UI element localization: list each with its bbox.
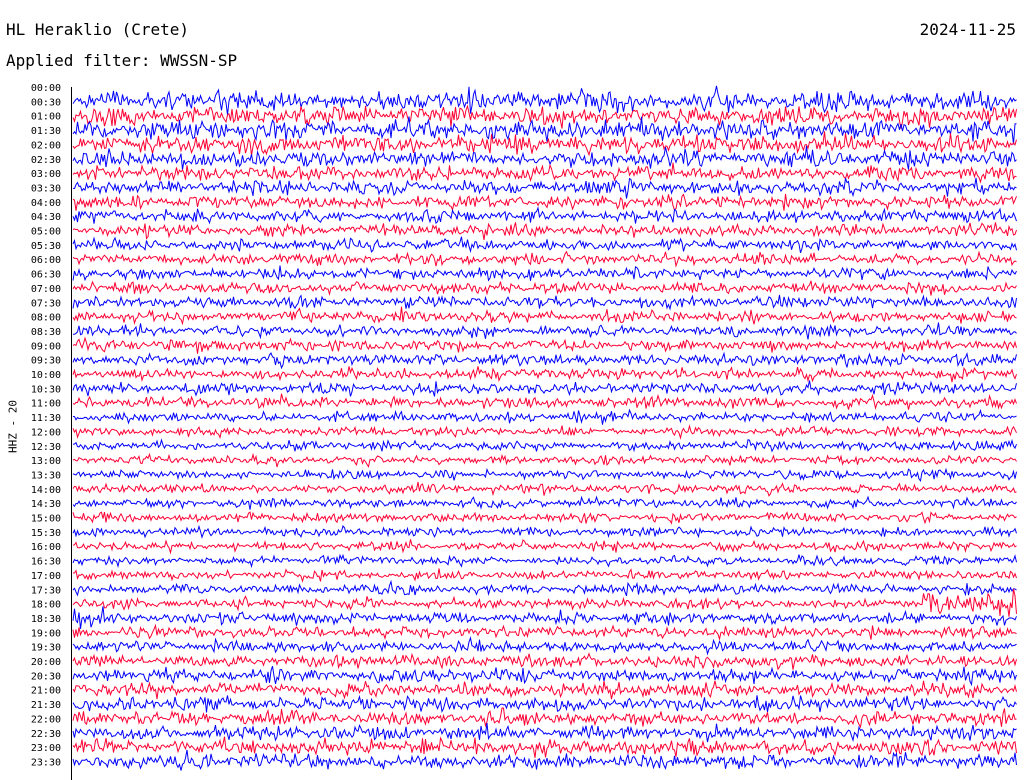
time-tick-label: 02:30 [31,155,61,166]
trace-row [72,481,1017,497]
trace-row [72,366,1017,383]
time-tick-label: 06:00 [31,255,61,266]
trace-row [72,177,1017,199]
trace-row [72,438,1017,453]
time-tick-label: 05:00 [31,227,61,238]
trace-row [72,145,1017,170]
time-tick-label: 14:00 [31,485,61,496]
time-tick-label: 08:30 [31,327,61,338]
trace-row [72,351,1017,370]
trace-row [72,680,1017,700]
trace-row [72,495,1017,510]
time-tick-label: 07:30 [31,298,61,309]
time-tick-label: 20:00 [31,657,61,668]
trace-row [72,322,1017,340]
time-tick-label: 07:00 [31,284,61,295]
trace-row [72,424,1017,440]
time-tick-label: 05:30 [31,241,61,252]
time-tick-label: 14:30 [31,499,61,510]
time-tick-label: 18:30 [31,614,61,625]
time-tick-label: 00:00 [31,83,61,94]
time-tick-label: 04:30 [31,212,61,223]
time-tick-label: 06:30 [31,270,61,281]
trace-row [72,380,1017,397]
trace-row [72,588,1017,617]
time-tick-label: 04:00 [31,198,61,209]
time-tick-label: 16:30 [31,557,61,568]
trace-row [72,511,1017,525]
trace-row [72,336,1017,354]
time-tick-label: 15:30 [31,528,61,539]
trace-row [72,193,1017,212]
time-tick-label: 11:30 [31,413,61,424]
time-tick-label: 20:30 [31,671,61,682]
time-tick-label: 21:00 [31,686,61,697]
time-tick-label: 01:00 [31,112,61,123]
time-tick-label: 11:00 [31,399,61,410]
time-tick-label: 03:30 [31,183,61,194]
time-tick-label: 01:30 [31,126,61,137]
time-tick-label: 22:30 [31,729,61,740]
trace-row [72,694,1017,713]
trace-row [72,666,1017,687]
seismic-traces [72,85,1017,771]
trace-row [72,467,1017,482]
time-tick-label: 17:30 [31,585,61,596]
time-tick-label: 23:00 [31,743,61,754]
trace-row [72,162,1017,184]
trace-row [72,623,1017,641]
trace-row [72,553,1017,569]
time-tick-label: 00:30 [31,97,61,108]
time-tick-label: 12:00 [31,427,61,438]
trace-row [72,250,1017,268]
time-tick-label: 16:00 [31,542,61,553]
time-tick-label: 22:00 [31,714,61,725]
time-tick-label: 23:30 [31,757,61,768]
trace-row [72,722,1017,743]
trace-row [72,452,1017,468]
trace-row [72,265,1017,282]
time-tick-label: 10:30 [31,384,61,395]
time-tick-label: 13:30 [31,470,61,481]
time-tick-label: 02:00 [31,140,61,151]
helicorder-chart: 00:00 00:30 01:00 01:30 02:00 02:30 03:00 03:30… [31,83,1017,780]
trace-row [72,606,1017,629]
trace-row [72,652,1017,671]
trace-row [72,393,1017,411]
trace-row [72,131,1017,157]
trace-row [72,280,1017,297]
time-tick-label: 08:00 [31,313,61,324]
time-tick-label: 09:00 [31,341,61,352]
trace-row [72,206,1017,225]
time-tick-label: 21:30 [31,700,61,711]
trace-row [72,408,1017,425]
time-tick-label: 17:00 [31,571,61,582]
trace-row [72,568,1017,583]
time-tick-label: 19:00 [31,628,61,639]
time-tick-label: 10:00 [31,370,61,381]
trace-row [72,294,1017,311]
time-tick-label: 03:00 [31,169,61,180]
trace-row [72,539,1017,555]
trace-row [72,707,1017,729]
trace-row [72,236,1017,254]
trace-row [72,736,1017,758]
trace-row [72,636,1017,656]
trace-row [72,222,1017,240]
time-tick-label: 18:00 [31,600,61,611]
time-tick-label: 13:00 [31,456,61,467]
time-tick-label: 12:30 [31,442,61,453]
time-tick-label: 19:30 [31,643,61,654]
time-tick-labels: 00:00 00:30 01:00 01:30 02:00 02:30 03:00 03:30… [31,83,61,768]
trace-row [72,524,1017,539]
trace-row [72,306,1017,326]
time-tick-label: 09:30 [31,356,61,367]
time-tick-label: 15:00 [31,514,61,525]
trace-row [72,579,1017,597]
